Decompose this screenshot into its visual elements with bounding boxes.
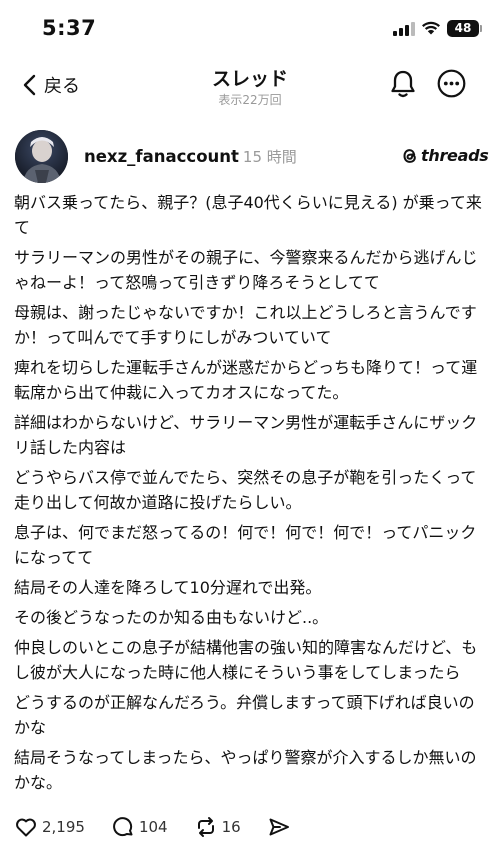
battery-indicator: 48 [447,20,479,37]
avatar-image [15,130,68,183]
threads-wordmark: threads [421,146,489,165]
post-paragraph: 結局その人達を降ろして10分遅れで出発。 [14,578,322,597]
bell-icon[interactable] [389,69,417,99]
post-paragraph: その後どうなったのか知る由もないけど..。 [14,608,329,627]
cellular-signal-icon [393,22,415,36]
post-paragraph: 母親は、謝ったじゃないですか！これ以上どうしろと言うんですか！って叫んでて手すり… [14,303,477,347]
post-timestamp: 15 時間 [242,148,297,166]
status-time: 5:37 [42,16,97,40]
repost-count: 16 [221,818,241,836]
avatar[interactable] [15,130,68,183]
heart-icon [16,818,36,837]
reply-button[interactable]: 104 [111,815,168,839]
comment-icon [113,817,133,837]
post-paragraph: 朝バス乗ってたら、親子？(息子40代くらいに見える) が乗って来て [14,193,482,237]
wifi-icon [422,21,440,35]
post-paragraph: 仲良しのいとこの息子が結構他害の強い知的障害なんだけど、もし彼が大人になった時に… [14,638,478,682]
post-body: 朝バス乗ってたら、親子？(息子40代くらいに見える) が乗って来て サラリーマン… [14,190,490,800]
post-paragraph: 息子は、何でまだ怒ってるの！何で！何で！何で！ってパニックになってて [14,523,477,567]
battery-tip [480,25,482,32]
username[interactable]: nexz_fanaccount [84,147,239,166]
post-paragraph: どうやらバス停で並んでたら、突然その息子が鞄を引ったくって走り出して何故か道路に… [14,468,477,512]
repost-icon [197,817,214,837]
page-title: スレッド [211,68,288,90]
threads-icon [403,148,416,163]
post-paragraph: サラリーマンの男性がその親子に、今警察来るんだから逃げんじゃねーよ！って怒鳴って… [14,248,478,292]
more-icon[interactable] [437,69,466,98]
post-paragraph: 詳細はわからないけど、サラリーマン男性が運転手さんにザックリ話した内容は [14,413,478,457]
thread-header: 戻る スレッド 表示22万回 [0,56,500,118]
status-bar: 5:37 48 [0,0,500,56]
post-actions: 2,195 104 16 [14,812,321,842]
post-paragraph: 結局そうなってしまったら、やっぱり警察が介入するしか無いのかな。 [14,748,477,792]
repost-button[interactable]: 16 [194,815,241,839]
reply-count: 104 [138,818,168,836]
post-paragraph: 痺れを切らした運転手さんが迷惑だからどっちも降りて！って運転席から出て仲裁に入っ… [14,358,478,402]
threads-logo: threads [401,146,489,165]
share-button[interactable] [267,815,295,839]
post-author[interactable]: nexz_fanaccount 15 時間 [84,146,297,167]
post-paragraph: どうするのが正解なんだろう。弁償しますって頭下げれば良いのかな [14,693,475,737]
like-button[interactable]: 2,195 [14,815,85,839]
view-count: 表示22万回 [218,93,282,107]
like-count: 2,195 [42,818,85,836]
send-icon [269,818,289,836]
